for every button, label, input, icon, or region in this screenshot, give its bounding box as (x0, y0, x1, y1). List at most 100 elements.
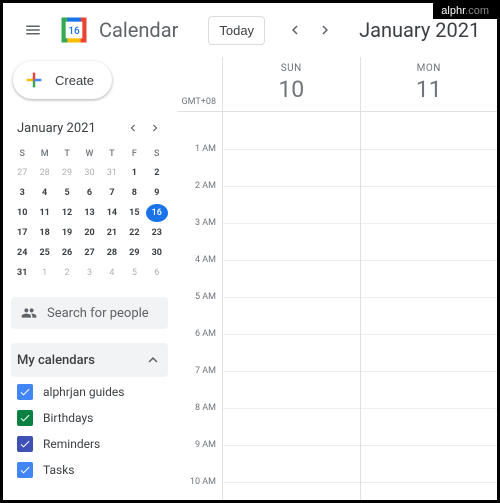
calendar-checkbox[interactable] (17, 462, 33, 478)
calendar-checkbox[interactable] (17, 436, 33, 452)
calendar-checkbox[interactable] (17, 384, 33, 400)
mini-day[interactable]: 6 (78, 184, 100, 202)
mini-next-button[interactable] (144, 117, 166, 139)
day-column-header[interactable]: SUN 10 (222, 57, 360, 111)
mini-day[interactable]: 2 (146, 164, 168, 182)
hamburger-icon (24, 21, 42, 39)
calendar-logo: 16 (59, 15, 89, 45)
my-calendars-toggle[interactable]: My calendars (11, 343, 168, 377)
time-label: 10 AM (190, 477, 216, 487)
main-menu-button[interactable] (13, 10, 53, 50)
time-label: 2 AM (195, 181, 216, 191)
mini-day[interactable]: 6 (146, 264, 168, 282)
chevron-right-icon (148, 121, 162, 135)
mini-day[interactable]: 1 (123, 164, 145, 182)
day-column[interactable] (360, 112, 498, 500)
mini-day[interactable]: 18 (34, 224, 56, 242)
day-num: 11 (361, 76, 498, 103)
mini-calendar-grid: SMTWTFS272829303112345678910111213141516… (11, 145, 168, 283)
calendar-item[interactable]: Tasks (15, 457, 168, 483)
mini-day[interactable]: 26 (56, 244, 78, 262)
my-calendars-list: alphrjan guides Birthdays Reminders Tasks (11, 377, 168, 491)
prev-period-button[interactable] (281, 16, 309, 44)
mini-dow: T (56, 145, 78, 163)
mini-dow: M (33, 145, 55, 163)
chevron-left-icon (286, 21, 304, 39)
mini-prev-button[interactable] (122, 117, 144, 139)
mini-day[interactable]: 29 (56, 164, 78, 182)
chevron-up-icon (144, 351, 162, 369)
calendar-item[interactable]: Reminders (15, 431, 168, 457)
today-button[interactable]: Today (208, 16, 265, 45)
next-period-button[interactable] (311, 16, 339, 44)
mini-day[interactable]: 29 (123, 244, 145, 262)
mini-day[interactable]: 31 (11, 264, 33, 282)
svg-text:16: 16 (68, 26, 80, 37)
mini-day[interactable]: 2 (56, 264, 78, 282)
mini-day[interactable]: 30 (146, 244, 168, 262)
calendar-item[interactable]: alphrjan guides (15, 379, 168, 405)
mini-day[interactable]: 23 (146, 224, 168, 242)
mini-day[interactable]: 10 (11, 204, 33, 222)
other-calendars-toggle[interactable]: Other calendars (11, 491, 168, 500)
search-placeholder: Search for people (47, 306, 149, 321)
mini-dow: S (11, 145, 33, 163)
mini-day[interactable]: 3 (11, 184, 33, 202)
mini-day[interactable]: 9 (146, 184, 168, 202)
mini-day[interactable]: 1 (34, 264, 56, 282)
mini-day[interactable]: 24 (11, 244, 33, 262)
day-dow: MON (361, 63, 498, 74)
calendar-item[interactable]: Birthdays (15, 405, 168, 431)
mini-day[interactable]: 19 (56, 224, 78, 242)
create-button[interactable]: Create (13, 61, 112, 99)
chevron-up-icon (144, 499, 162, 500)
mini-day[interactable]: 16 (146, 204, 168, 222)
mini-day[interactable]: 5 (56, 184, 78, 202)
mini-day[interactable]: 15 (123, 204, 145, 222)
mini-dow: W (78, 145, 100, 163)
search-people-input[interactable]: Search for people (11, 297, 168, 329)
calendar-label: Reminders (43, 437, 100, 451)
mini-day[interactable]: 4 (34, 184, 56, 202)
mini-day[interactable]: 17 (11, 224, 33, 242)
time-label: 1 AM (195, 144, 216, 154)
day-column[interactable] (222, 112, 360, 500)
mini-day[interactable]: 27 (78, 244, 100, 262)
chevron-left-icon (126, 121, 140, 135)
mini-day[interactable]: 28 (101, 244, 123, 262)
mini-day[interactable]: 28 (34, 164, 56, 182)
mini-day[interactable]: 11 (34, 204, 56, 222)
mini-day[interactable]: 8 (123, 184, 145, 202)
mini-day[interactable]: 31 (101, 164, 123, 182)
nav-arrows (281, 16, 339, 44)
mini-day[interactable]: 27 (11, 164, 33, 182)
calendar-grid: GMT+08 SUN10MON11 1 AM2 AM3 AM4 AM5 AM6 … (178, 57, 497, 500)
day-dow: SUN (223, 63, 360, 74)
mini-day[interactable]: 20 (78, 224, 100, 242)
timezone-label: GMT+08 (178, 57, 222, 111)
mini-dow: T (101, 145, 123, 163)
mini-day[interactable]: 12 (56, 204, 78, 222)
mini-day[interactable]: 5 (123, 264, 145, 282)
mini-day[interactable]: 13 (78, 204, 100, 222)
calendar-checkbox[interactable] (17, 410, 33, 426)
day-column-header[interactable]: MON 11 (360, 57, 498, 111)
time-label: 3 AM (195, 218, 216, 228)
mini-day[interactable]: 22 (123, 224, 145, 242)
mini-day[interactable]: 14 (101, 204, 123, 222)
mini-day[interactable]: 21 (101, 224, 123, 242)
time-labels-column: 1 AM2 AM3 AM4 AM5 AM6 AM7 AM8 AM9 AM10 A… (178, 112, 222, 500)
time-label: 9 AM (195, 440, 216, 450)
mini-day[interactable]: 7 (101, 184, 123, 202)
day-num: 10 (223, 76, 360, 103)
create-label: Create (55, 73, 94, 88)
mini-dow: S (146, 145, 168, 163)
mini-day[interactable]: 30 (78, 164, 100, 182)
time-label: 8 AM (195, 403, 216, 413)
mini-day[interactable]: 25 (34, 244, 56, 262)
mini-calendar-title: January 2021 (17, 121, 96, 136)
calendar-label: Birthdays (43, 411, 93, 425)
mini-day[interactable]: 4 (101, 264, 123, 282)
section-label: My calendars (17, 353, 95, 368)
mini-day[interactable]: 3 (78, 264, 100, 282)
